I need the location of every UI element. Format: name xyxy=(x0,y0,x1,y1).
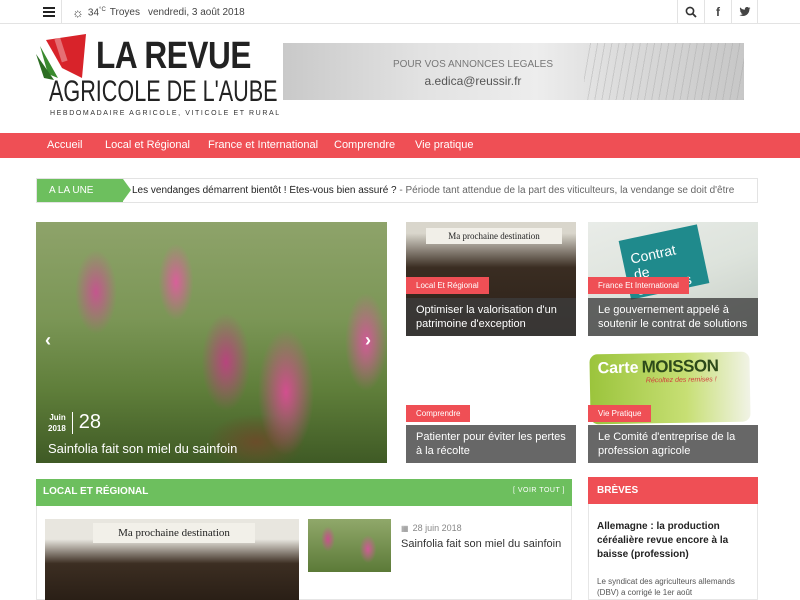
breve-text: Le syndicat des agriculteurs allemands (… xyxy=(597,577,735,597)
category-tag[interactable]: Vie Pratique xyxy=(588,405,652,422)
breve-headline[interactable]: Allemagne : la production céréalière rev… xyxy=(597,520,747,562)
hero-year: 2018 xyxy=(48,423,66,433)
news-ticker: A LA UNE Les vendanges démarrent bientôt… xyxy=(36,178,758,203)
weather-temp: 34°C xyxy=(87,6,106,19)
logo-title-line1: LA REVUE xyxy=(96,35,251,77)
tile-title[interactable]: Le Comité d'entreprise de la profession … xyxy=(588,425,758,463)
nav-item-france-international[interactable]: France et International xyxy=(208,139,318,151)
hero-day: 28 xyxy=(78,411,102,433)
article-tile[interactable]: Ma prochaine destination Local Et Région… xyxy=(406,222,576,336)
hero-date: Juin 2018 28 xyxy=(48,411,101,434)
slider-prev-icon[interactable]: ‹ xyxy=(45,330,51,351)
sun-icon: ☼ xyxy=(72,5,84,20)
weather-city: Troyes xyxy=(109,7,140,18)
article-date: 28 juin 2018 xyxy=(401,523,462,533)
hamburger-menu-icon[interactable] xyxy=(36,0,62,24)
ticker-headline-link[interactable]: Les vendanges démarrent bientôt ! Êtes-v… xyxy=(132,185,752,196)
current-date: vendredi, 3 août 2018 xyxy=(147,7,245,18)
nav-item-vie-pratique[interactable]: Vie pratique xyxy=(415,139,474,151)
ad-line1: POUR VOS ANNONCES LEGALES xyxy=(392,59,554,70)
breves-title: BRÈVES xyxy=(597,485,639,496)
ticker-headline: Les vendanges démarrent bientôt ! Êtes-v… xyxy=(132,185,397,196)
ticker-label: A LA UNE xyxy=(37,179,131,202)
weather-widget: ☼ 34°C Troyes vendredi, 3 août 2018 xyxy=(72,5,245,20)
top-bar: ☼ 34°C Troyes vendredi, 3 août 2018 f xyxy=(0,0,800,24)
section-header-local: LOCAL ET RÉGIONAL [ VOIR TOUT ] xyxy=(36,479,572,506)
article-thumbnail[interactable] xyxy=(308,519,391,572)
category-tag[interactable]: France Et International xyxy=(588,277,689,294)
main-nav: Accueil Local et Régional France et Inte… xyxy=(0,133,800,158)
image-sign: Ma prochaine destination xyxy=(93,523,255,543)
social-links: f xyxy=(677,0,758,24)
facebook-icon[interactable]: f xyxy=(704,0,731,24)
logo-title-line2: AGRICOLE DE L'AUBE xyxy=(49,75,278,108)
ticker-excerpt: - Période tant attendue de la part des v… xyxy=(396,185,735,196)
article-tile[interactable]: Carte MOISSON Récoltez des remises ! Vie… xyxy=(588,349,758,463)
nav-item-comprendre[interactable]: Comprendre xyxy=(334,139,395,151)
hero-month: Juin xyxy=(49,412,66,422)
ad-email: a.edica@reussir.fr xyxy=(424,74,522,88)
search-icon[interactable] xyxy=(677,0,704,24)
section-featured-image[interactable]: Ma prochaine destination xyxy=(45,519,299,600)
tile-title[interactable]: Patienter pour éviter les pertes à la ré… xyxy=(406,425,576,463)
see-all-link[interactable]: [ VOIR TOUT ] xyxy=(513,487,565,494)
hero-slide[interactable]: ‹ › Juin 2018 28 Sainfolia fait son miel … xyxy=(36,222,387,463)
nav-item-local-regional[interactable]: Local et Régional xyxy=(105,139,190,151)
site-logo[interactable]: LA REVUE AGRICOLE DE L'AUBE HEBDOMADAIRE… xyxy=(36,34,279,126)
twitter-icon[interactable] xyxy=(731,0,758,24)
slider-next-icon[interactable]: › xyxy=(365,330,371,351)
category-tag[interactable]: Comprendre xyxy=(406,405,471,422)
logo-subtitle: HEBDOMADAIRE AGRICOLE, VITICOLE ET RURAL xyxy=(50,110,281,117)
article-tile[interactable]: Comprendre Patienter pour éviter les per… xyxy=(406,349,576,463)
ad-banner[interactable]: POUR VOS ANNONCES LEGALES a.edica@reussi… xyxy=(283,43,744,100)
nav-item-accueil[interactable]: Accueil xyxy=(47,139,82,151)
breves-header: BRÈVES xyxy=(588,477,758,504)
tile-image-sign: Ma prochaine destination xyxy=(426,228,562,244)
article-title[interactable]: Sainfolia fait son miel du sainfoin xyxy=(401,538,561,550)
category-tag[interactable]: Local Et Régional xyxy=(406,277,489,294)
section-title: LOCAL ET RÉGIONAL xyxy=(43,486,149,497)
article-tile[interactable]: Contrat de solutions France Et Internati… xyxy=(588,222,758,336)
hero-title[interactable]: Sainfolia fait son miel du sainfoin xyxy=(48,441,237,456)
tile-title[interactable]: Optimiser la valorisation d'un patrimoin… xyxy=(406,298,576,336)
tile-title[interactable]: Le gouvernement appelé à soutenir le con… xyxy=(588,298,758,336)
